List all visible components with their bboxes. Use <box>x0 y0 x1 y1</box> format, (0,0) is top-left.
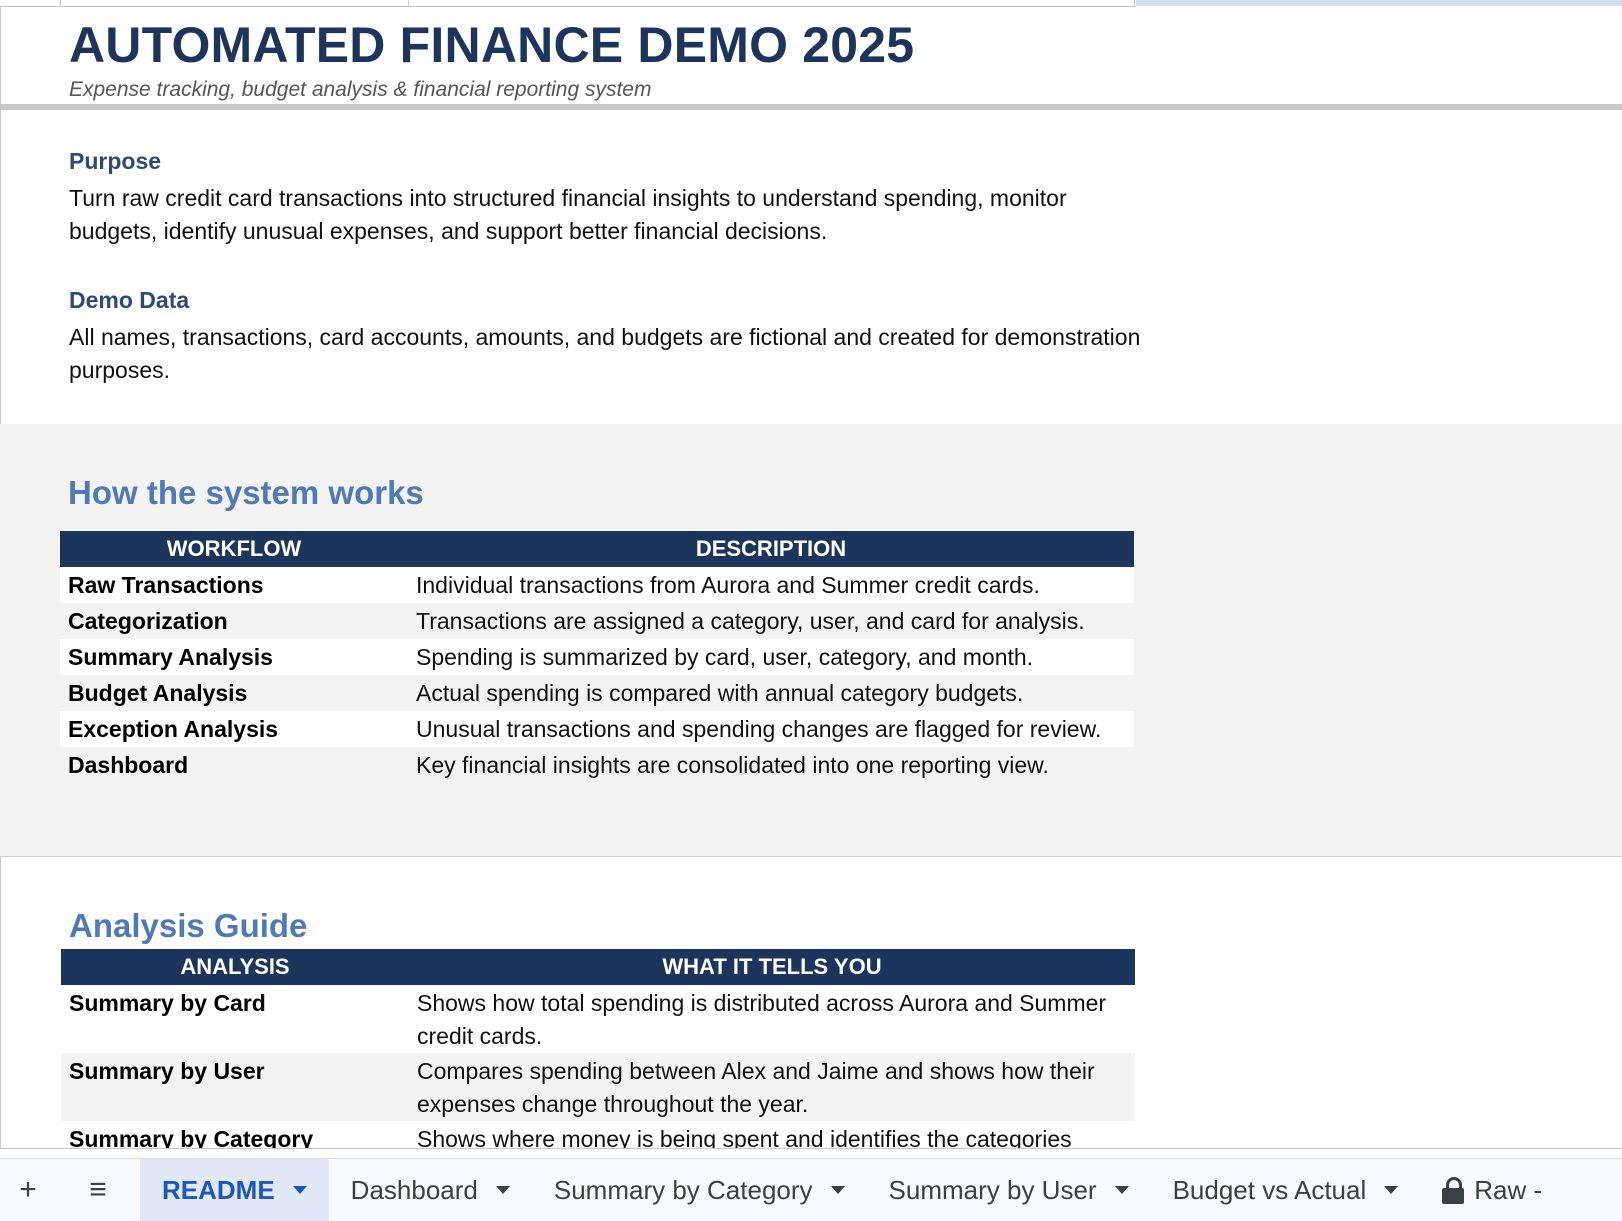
tab-raw[interactable]: Raw - <box>1420 1159 1542 1221</box>
analysis-cell[interactable]: Summary by Category <box>61 1121 409 1148</box>
demo-data-text: All names, transactions, card accounts, … <box>69 324 1141 383</box>
all-sheets-button[interactable]: ≡ <box>70 1159 126 1221</box>
tab-label: Dashboard <box>350 1174 478 1205</box>
table-row: Raw Transactions Individual transactions … <box>60 567 1134 603</box>
purpose-label: Purpose <box>69 148 162 174</box>
sheet-tab-bar: + ≡ README Dashboard Summary by Category… <box>0 1158 1622 1221</box>
spreadsheet-grid[interactable]: AUTOMATED FINANCE DEMO 2025 Expense trac… <box>0 0 1622 1148</box>
insight-cell[interactable]: Shows where money is being spent and ide… <box>409 1121 1135 1148</box>
caret-down-icon[interactable] <box>1384 1186 1399 1194</box>
page-subtitle: Expense tracking, budget analysis & fina… <box>69 78 652 101</box>
add-sheet-button[interactable]: + <box>0 1159 56 1221</box>
plus-icon: + <box>19 1173 37 1206</box>
insight-cell[interactable]: Shows how total spending is distributed … <box>409 985 1135 1053</box>
tab-budget-vs-actual[interactable]: Budget vs Actual <box>1151 1159 1421 1221</box>
analysis-guide-section: Analysis Guide ANALYSIS WHAT IT TELLS YO… <box>0 857 1622 1148</box>
workflow-cell[interactable]: Budget Analysis <box>60 675 408 711</box>
table-row: Summary Analysis Spending is summarized b… <box>60 639 1134 675</box>
caret-down-icon[interactable] <box>292 1186 307 1194</box>
description-cell[interactable]: Key financial insights are consolidated … <box>408 747 1134 783</box>
title-band: AUTOMATED FINANCE DEMO 2025 Expense trac… <box>0 6 1622 104</box>
workflow-header: WORKFLOW <box>60 531 408 567</box>
page-title: AUTOMATED FINANCE DEMO 2025 <box>69 17 915 73</box>
description-cell[interactable]: Individual transactions from Aurora and … <box>408 567 1134 603</box>
workflow-table: WORKFLOW DESCRIPTION Raw Transactions Ind… <box>60 531 1134 783</box>
menu-icon: ≡ <box>89 1173 107 1206</box>
description-cell[interactable]: Actual spending is compared with annual … <box>408 675 1134 711</box>
analysis-cell[interactable]: Summary by Card <box>61 985 409 1053</box>
description-header: DESCRIPTION <box>408 531 1134 567</box>
table-row: Exception Analysis Unusual transactions a… <box>60 711 1134 747</box>
table-row: Summary by User Compares spending between… <box>61 1053 1135 1121</box>
table-row: Categorization Transactions are assigned … <box>60 603 1134 639</box>
description-cell[interactable]: Unusual transactions and spending change… <box>408 711 1134 747</box>
how-section-title: How the system works <box>68 474 424 511</box>
analysis-guide-title: Analysis Guide <box>69 907 308 944</box>
tab-label: Summary by Category <box>553 1174 813 1205</box>
what-it-tells-you-header: WHAT IT TELLS YOU <box>409 949 1135 985</box>
workflow-cell[interactable]: Exception Analysis <box>60 711 408 747</box>
demo-data-label: Demo Data <box>69 287 190 313</box>
insight-cell[interactable]: Compares spending between Alex and Jaime… <box>409 1053 1135 1121</box>
caret-down-icon[interactable] <box>1114 1186 1129 1194</box>
tab-summary-by-user[interactable]: Summary by User <box>867 1159 1151 1221</box>
caret-down-icon[interactable] <box>495 1186 510 1194</box>
workflow-cell[interactable]: Summary Analysis <box>60 639 408 675</box>
workflow-cell[interactable]: Categorization <box>60 603 408 639</box>
analysis-header: ANALYSIS <box>61 949 409 985</box>
table-row: Dashboard Key financial insights are cons… <box>60 747 1134 783</box>
how-section: How the system works WORKFLOW DESCRIPTIO… <box>0 424 1622 857</box>
analysis-cell[interactable]: Summary by User <box>61 1053 409 1121</box>
table-row: Summary by Category Shows where money is … <box>61 1121 1135 1148</box>
tab-label: README <box>162 1174 275 1205</box>
description-cell[interactable]: Transactions are assigned a category, us… <box>408 603 1134 639</box>
tab-dashboard[interactable]: Dashboard <box>329 1159 532 1221</box>
tab-summary-by-category[interactable]: Summary by Category <box>532 1159 867 1221</box>
table-row: Budget Analysis Actual spending is compar… <box>60 675 1134 711</box>
workflow-cell[interactable]: Raw Transactions <box>60 567 408 603</box>
intro-section: Purpose Turn raw credit card transaction… <box>0 110 1622 425</box>
tab-label: Summary by User <box>888 1174 1097 1205</box>
workflow-cell[interactable]: Dashboard <box>60 747 408 783</box>
table-row: Summary by Card Shows how total spending … <box>61 985 1135 1053</box>
caret-down-icon[interactable] <box>830 1186 845 1194</box>
analysis-guide-table: ANALYSIS WHAT IT TELLS YOU Summary by Ca… <box>61 949 1135 1148</box>
lock-icon <box>1442 1176 1465 1204</box>
tab-readme[interactable]: README <box>140 1159 329 1221</box>
description-cell[interactable]: Spending is summarized by card, user, ca… <box>408 639 1134 675</box>
purpose-text: Turn raw credit card transactions into s… <box>69 185 1067 244</box>
tab-label: Budget vs Actual <box>1172 1174 1367 1205</box>
tab-label: Raw - <box>1474 1174 1543 1205</box>
